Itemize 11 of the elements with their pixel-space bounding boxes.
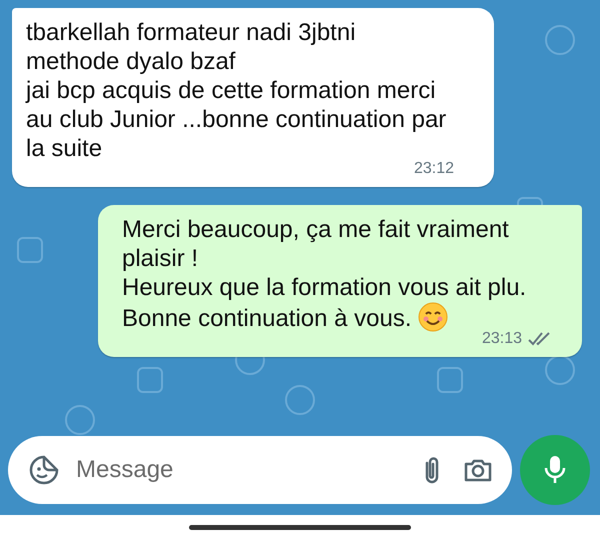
message-time: 23:13 — [482, 329, 522, 349]
message-text: jai bcp acquis de cette formation merci au club Junior ...bonne continuation par la suite — [26, 77, 446, 162]
message-text: Bonne continuation à vous. — [122, 305, 412, 332]
smiley-icon — [418, 302, 448, 332]
message-text: Heureux que la formation vous ait plu. — [122, 274, 526, 301]
message-text: Merci beaucoup, ça me fait vraiment plaisir ! — [122, 216, 509, 272]
home-indicator[interactable] — [189, 524, 411, 530]
message-field[interactable]: Message — [74, 455, 402, 485]
composer-bar[interactable]: Message — [8, 436, 512, 504]
message-time: 23:12 — [414, 159, 454, 179]
sticker-icon[interactable] — [28, 454, 60, 486]
